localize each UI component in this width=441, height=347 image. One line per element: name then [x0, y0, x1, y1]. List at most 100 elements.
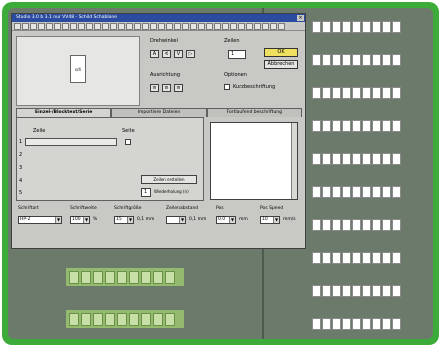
window-title: Studio 3.0 b 3.1 nur VV48 - Schild Schab… — [16, 15, 117, 20]
toolbar-button[interactable] — [222, 23, 229, 30]
side-checkbox[interactable] — [125, 139, 131, 145]
line-spacing-label: Zeilenabstand — [166, 206, 199, 211]
chevron-down-icon[interactable]: ▼ — [229, 217, 235, 223]
toolbar-button[interactable] — [94, 23, 101, 30]
position-label: Pos — [216, 206, 224, 211]
work-area: Studio 3.0 b 3.1 nur VV48 - Schild Schab… — [8, 8, 433, 339]
toolbar-button[interactable] — [30, 23, 37, 30]
alignment-label: Drehwinkel — [150, 38, 178, 44]
toolbar-button[interactable] — [214, 23, 221, 30]
chevron-down-icon[interactable]: ▼ — [127, 217, 133, 223]
font-size-select[interactable]: 15 ▼ — [114, 216, 134, 224]
font-family-value: HP-2 — [20, 217, 31, 222]
tab-import-files[interactable]: Importiere Dateien — [111, 108, 207, 117]
toolbar-button[interactable] — [278, 23, 285, 30]
align-button[interactable]: ▷ — [186, 50, 195, 58]
toolbar-button[interactable] — [230, 23, 237, 30]
toolbar-button[interactable] — [110, 23, 117, 30]
row-number: 5 — [19, 190, 23, 196]
align-button[interactable]: V — [174, 50, 183, 58]
toolbar-button[interactable] — [182, 23, 189, 30]
short-label-checkbox[interactable] — [224, 84, 230, 90]
toolbar-button[interactable] — [270, 23, 277, 30]
screenshot-frame: Studio 3.0 b 3.1 nur VV48 - Schild Schab… — [2, 2, 439, 345]
orientation-button[interactable]: ≡ — [174, 84, 183, 92]
zeile-label: Zeile — [33, 128, 46, 134]
toolbar-button[interactable] — [22, 23, 29, 30]
toolbar-button[interactable] — [134, 23, 141, 30]
marker-strip-green[interactable] — [66, 268, 184, 286]
ok-button[interactable]: OK — [264, 48, 298, 57]
toolbar-button[interactable] — [38, 23, 45, 30]
list-scrollbar[interactable] — [291, 123, 297, 199]
toolbar-button[interactable] — [78, 23, 85, 30]
orientation-button[interactable]: ≡ — [150, 84, 159, 92]
toolbar-button[interactable] — [238, 23, 245, 30]
short-label-checkbox-label: Kurzbeschriftung — [233, 84, 276, 90]
toolbar-button[interactable] — [206, 23, 213, 30]
text-list[interactable] — [210, 122, 298, 200]
toolbar-button[interactable] — [254, 23, 261, 30]
label-editor-dialog: Studio 3.0 b 3.1 nur VV48 - Schild Schab… — [11, 13, 306, 249]
text-line-input[interactable] — [25, 138, 117, 146]
marker-strip[interactable] — [312, 218, 404, 232]
columns-label: Zeilen — [224, 38, 240, 44]
marker-strip[interactable] — [312, 86, 404, 100]
position-speed-select[interactable]: 10 ▼ — [260, 216, 280, 224]
toolbar-button[interactable] — [198, 23, 205, 30]
columns-spinner[interactable]: 1 — [228, 50, 246, 59]
toolbar-button[interactable] — [14, 23, 21, 30]
toolbar-button[interactable] — [174, 23, 181, 30]
toolbar-button[interactable] — [142, 23, 149, 30]
align-button[interactable]: A — [150, 50, 159, 58]
toolbar-button[interactable] — [62, 23, 69, 30]
marker-strip[interactable] — [312, 53, 404, 67]
toolbar-button[interactable] — [70, 23, 77, 30]
toolbar-button[interactable] — [126, 23, 133, 30]
chevron-down-icon[interactable]: ▼ — [179, 217, 185, 223]
toolbar-button[interactable] — [166, 23, 173, 30]
tab-bar: Einzel-/Blocktext/Serie Importiere Datei… — [16, 108, 302, 117]
toolbar-button[interactable] — [150, 23, 157, 30]
toolbar-button[interactable] — [54, 23, 61, 30]
line-spacing-select[interactable]: ▼ — [166, 216, 186, 224]
cancel-button[interactable]: Abbrechen — [264, 60, 298, 69]
chevron-down-icon[interactable]: ▼ — [55, 217, 61, 223]
chevron-down-icon[interactable]: ▼ — [83, 217, 89, 223]
toolbar-button[interactable] — [102, 23, 109, 30]
font-width-unit: % — [93, 217, 98, 222]
marker-strip[interactable] — [312, 119, 404, 133]
seite-label: Seite — [122, 128, 135, 134]
tab-single-text[interactable]: Einzel-/Blocktext/Serie — [16, 108, 112, 117]
font-family-label: Schriftart — [18, 206, 39, 211]
align-button[interactable]: ∢ — [162, 50, 171, 58]
toolbar-button[interactable] — [190, 23, 197, 30]
toolbar-button[interactable] — [118, 23, 125, 30]
options-label: Optionen — [224, 72, 247, 78]
marker-strip[interactable] — [312, 152, 404, 166]
toolbar-button[interactable] — [46, 23, 53, 30]
toolbar-button[interactable] — [262, 23, 269, 30]
font-width-label: Schriftweite — [70, 206, 97, 211]
marker-strip[interactable] — [312, 185, 404, 199]
repeat-spinner[interactable]: 1 — [141, 188, 151, 197]
marker-strip[interactable] — [312, 20, 404, 34]
tab-sequential[interactable]: Fortlaufend beschriftung — [206, 108, 302, 117]
line-spacing-unit: 0,1 mm — [189, 217, 207, 222]
marker-strip-green[interactable] — [66, 310, 184, 328]
orientation-button[interactable]: ≡ — [162, 84, 171, 92]
toolbar-button[interactable] — [158, 23, 165, 30]
chevron-down-icon[interactable]: ▼ — [273, 217, 279, 223]
font-size-unit: 0,1 mm — [137, 217, 155, 222]
marker-strip[interactable] — [312, 317, 404, 331]
toolbar-button[interactable] — [86, 23, 93, 30]
font-family-select[interactable]: HP-2 ▼ — [18, 216, 62, 224]
row-number: 1 — [19, 139, 23, 145]
create-lines-button[interactable]: Zeilen erstellen — [141, 175, 197, 184]
toolbar-button[interactable] — [246, 23, 253, 30]
position-select[interactable]: 0.0 ▼ — [216, 216, 236, 224]
marker-strip[interactable] — [312, 284, 404, 298]
close-icon[interactable]: × — [297, 15, 304, 21]
marker-strip[interactable] — [312, 251, 404, 265]
font-width-select[interactable]: 100 ▼ — [70, 216, 90, 224]
